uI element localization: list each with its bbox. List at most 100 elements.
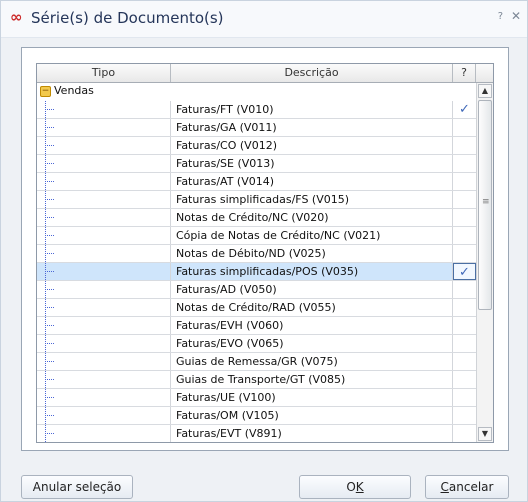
table-row[interactable]: Faturas/UE (V100) [37, 389, 476, 407]
grid-header: Tipo Descrição ? [37, 64, 493, 83]
table-row[interactable]: Faturas/EVT (V891) [37, 425, 476, 442]
check-cell[interactable] [453, 137, 476, 154]
tree-connector [45, 307, 54, 309]
tipo-cell [37, 155, 171, 172]
table-row[interactable]: Faturas/EVO (V065) [37, 335, 476, 353]
tree-connector [45, 235, 54, 237]
ok-label: O [346, 480, 356, 494]
description-cell: Faturas/EVT (V891) [171, 425, 453, 442]
scroll-up-icon[interactable]: ▲ [478, 84, 492, 98]
check-cell[interactable] [453, 209, 476, 226]
check-cell[interactable] [453, 173, 476, 190]
clear-selection-button[interactable]: Anular seleção [21, 475, 133, 499]
tree-connector [45, 253, 54, 255]
check-cell[interactable] [453, 389, 476, 406]
table-row[interactable]: Faturas/AD (V050) [37, 281, 476, 299]
check-cell[interactable] [453, 335, 476, 352]
tipo-cell [37, 191, 171, 208]
collapse-icon[interactable]: − [40, 86, 51, 97]
check-cell[interactable] [453, 155, 476, 172]
table-row[interactable]: Faturas simplificadas/POS (V035) ✓ [37, 263, 476, 281]
tipo-cell [37, 353, 171, 370]
cancel-accesskey: C [440, 480, 449, 494]
table-row[interactable]: Faturas/CO (V012) [37, 137, 476, 155]
check-cell[interactable] [453, 371, 476, 388]
tree-connector [45, 379, 54, 381]
tree-connector [45, 181, 54, 183]
table-row[interactable]: Faturas simplificadas/FS (V015) [37, 191, 476, 209]
tree-connector [45, 325, 54, 327]
check-cell[interactable] [453, 227, 476, 244]
group-row-vendas[interactable]: − Vendas [37, 83, 476, 101]
check-cell[interactable] [453, 281, 476, 298]
tipo-cell [37, 425, 171, 442]
grid-rows: − Vendas Faturas/FT (V010) ✓ Faturas/GA (V… [37, 83, 476, 442]
infinity-logo-icon: ∞ [10, 8, 23, 26]
table-row[interactable]: Guias de Transporte/GT (V085) [37, 371, 476, 389]
tipo-cell [37, 263, 171, 280]
tree-connector [45, 199, 54, 201]
scroll-down-icon[interactable]: ▼ [478, 427, 492, 441]
table-row[interactable]: Guias de Remessa/GR (V075) [37, 353, 476, 371]
table-row[interactable]: Faturas/EVH (V060) [37, 317, 476, 335]
document-series-grid: Tipo Descrição ? − Vendas Faturas/FT (V0… [36, 63, 494, 443]
description-cell: Guias de Remessa/GR (V075) [171, 353, 453, 370]
table-row[interactable]: Faturas/AT (V014) [37, 173, 476, 191]
check-cell[interactable] [453, 191, 476, 208]
scroll-thumb[interactable]: ≡ [478, 100, 492, 310]
help-icon[interactable]: ? [498, 11, 503, 22]
vertical-scrollbar[interactable]: ▲ ≡ ▼ [476, 83, 493, 442]
check-cell[interactable] [453, 119, 476, 136]
check-cell[interactable] [453, 299, 476, 316]
check-cell[interactable] [453, 425, 476, 442]
table-row[interactable]: Notas de Débito/ND (V025) [37, 245, 476, 263]
check-cell[interactable] [453, 317, 476, 334]
column-header-descricao[interactable]: Descrição [171, 64, 453, 82]
dialog-title: Série(s) de Documento(s) [31, 9, 224, 27]
tipo-cell [37, 371, 171, 388]
table-row[interactable]: Notas de Crédito/RAD (V055) [37, 299, 476, 317]
table-row[interactable]: Faturas/FT (V010) ✓ [37, 101, 476, 119]
check-cell[interactable]: ✓ [453, 263, 476, 280]
check-cell[interactable] [453, 353, 476, 370]
check-cell[interactable] [453, 407, 476, 424]
tipo-cell [37, 389, 171, 406]
tipo-cell [37, 227, 171, 244]
description-cell: Faturas/FT (V010) [171, 101, 453, 118]
cancel-button[interactable]: Cancelar [425, 475, 509, 499]
tree-connector [45, 415, 54, 417]
tree-connector [45, 289, 54, 291]
tipo-cell [37, 335, 171, 352]
column-header-tipo[interactable]: Tipo [37, 64, 171, 82]
grip-icon: ≡ [482, 197, 490, 207]
check-cell[interactable]: ✓ [453, 101, 476, 118]
tree-connector [45, 109, 54, 111]
table-row[interactable]: Faturas/OM (V105) [37, 407, 476, 425]
table-row[interactable]: Notas de Crédito/NC (V020) [37, 209, 476, 227]
content-panel: Tipo Descrição ? − Vendas Faturas/FT (V0… [21, 47, 509, 451]
tree-connector [45, 343, 54, 345]
table-row[interactable]: Faturas/GA (V011) [37, 119, 476, 137]
close-icon[interactable]: ✕ [511, 9, 521, 23]
tipo-cell [37, 281, 171, 298]
description-cell: Notas de Crédito/NC (V020) [171, 209, 453, 226]
cancel-label: ancelar [448, 480, 494, 494]
description-cell: Cópia de Notas de Crédito/NC (V021) [171, 227, 453, 244]
description-cell: Notas de Crédito/RAD (V055) [171, 299, 453, 316]
tree-connector [45, 433, 54, 435]
tipo-cell [37, 173, 171, 190]
tree-connector [45, 217, 54, 219]
description-cell: Faturas/UE (V100) [171, 389, 453, 406]
group-label: Vendas [54, 84, 94, 97]
description-cell: Notas de Débito/ND (V025) [171, 245, 453, 262]
tipo-cell [37, 101, 171, 118]
description-cell: Faturas simplificadas/POS (V035) [171, 263, 453, 280]
ok-button[interactable]: OK [299, 475, 411, 499]
column-header-check[interactable]: ? [453, 64, 476, 82]
tipo-cell [37, 317, 171, 334]
dialog-window: ∞ Série(s) de Documento(s) ? ✕ Tipo Desc… [0, 0, 528, 502]
table-row[interactable]: Cópia de Notas de Crédito/NC (V021) [37, 227, 476, 245]
table-row[interactable]: Faturas/SE (V013) [37, 155, 476, 173]
check-cell[interactable] [453, 245, 476, 262]
title-bar[interactable]: ∞ Série(s) de Documento(s) ? ✕ [1, 1, 527, 38]
